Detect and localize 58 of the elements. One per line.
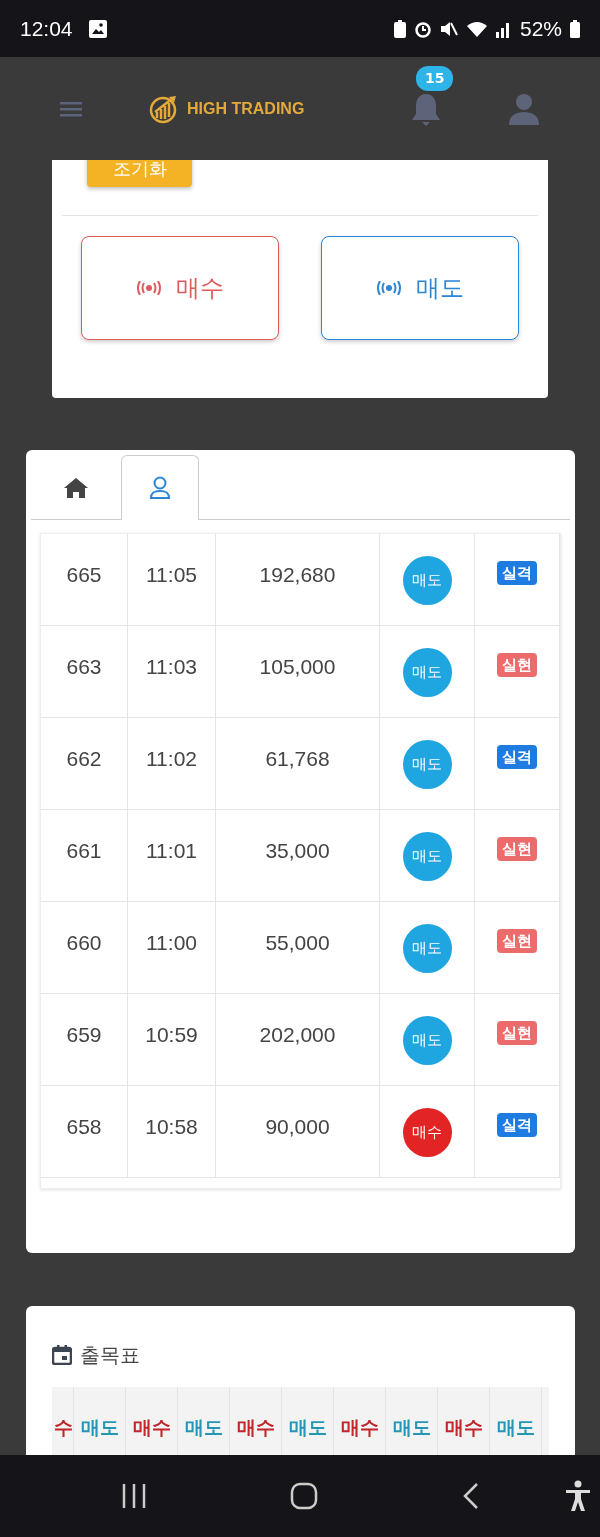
home-icon[interactable] <box>290 1482 318 1510</box>
table-cell-text: 11:01 <box>146 838 197 864</box>
broadcast-icon <box>376 281 402 295</box>
table-cell-text: 661 <box>66 838 102 864</box>
buy-button[interactable]: 매수 <box>81 236 279 340</box>
profile-tab[interactable] <box>121 455 199 520</box>
alarm-icon <box>413 19 432 38</box>
table-cell-text: 11:02 <box>146 746 197 772</box>
table-cell-text: 659 <box>66 1022 102 1048</box>
table-cell-text: 105,000 <box>259 654 336 680</box>
trade-side-badge: 매도 <box>402 740 452 789</box>
wifi-icon <box>465 19 488 38</box>
accessibility-icon[interactable] <box>565 1480 591 1512</box>
trade-side-badge: 매도 <box>402 924 452 973</box>
table-cell-text: 35,000 <box>265 838 330 864</box>
notification-badge: 15 <box>416 65 454 91</box>
table-cell-text: 663 <box>66 654 102 680</box>
table-cell-text: 11:03 <box>146 654 197 680</box>
table-cell-text: 11:05 <box>146 562 197 588</box>
home-icon <box>63 476 89 499</box>
trade-side-badge: 매도 <box>402 648 452 697</box>
table-cell-text: 90,000 <box>265 1114 330 1140</box>
recent-apps-icon[interactable] <box>120 1482 148 1510</box>
trade-side-badge: 매도 <box>402 832 452 881</box>
sell-button[interactable]: 매도 <box>321 236 519 340</box>
table-cell-text: 665 <box>66 562 102 588</box>
section-title: 출목표 <box>80 1342 140 1369</box>
table-cell-text: 10:58 <box>145 1114 198 1140</box>
table-cell-text: 660 <box>66 930 102 956</box>
result-badge: 실현 <box>497 653 537 677</box>
table-cell-text: 11:00 <box>146 930 197 956</box>
back-icon[interactable] <box>462 1482 480 1510</box>
logo-icon[interactable] <box>149 93 179 124</box>
result-badge: 실격 <box>497 745 537 769</box>
battery-percentage: 52% <box>519 15 562 42</box>
table-cell-text: 658 <box>66 1114 102 1140</box>
mute-icon <box>439 19 458 38</box>
brand-name[interactable]: HIGH TRADING <box>187 96 305 121</box>
result-badge: 실격 <box>497 561 537 585</box>
battery-icon <box>570 19 580 38</box>
image-icon <box>88 19 107 38</box>
calendar-icon <box>52 1345 72 1365</box>
table-cell-text: 202,000 <box>259 1022 336 1048</box>
result-badge: 실현 <box>497 929 537 953</box>
trade-side-badge: 매도 <box>402 556 452 605</box>
trade-side-badge: 매수 <box>402 1108 452 1157</box>
table-cell-text: 662 <box>66 746 102 772</box>
broadcast-icon <box>136 281 162 295</box>
table-cell-text: 61,768 <box>265 746 330 772</box>
table-cell-text: 55,000 <box>265 930 330 956</box>
result-badge: 실격 <box>497 1113 537 1137</box>
trade-side-badge: 매도 <box>402 1016 452 1065</box>
table-cell-text: 10:59 <box>145 1022 198 1048</box>
clock-time: 12:04 <box>20 15 73 42</box>
result-badge: 실현 <box>497 1021 537 1045</box>
table-cell-text: 192,680 <box>259 562 336 588</box>
result-badge: 실현 <box>497 837 537 861</box>
user-icon <box>149 476 171 500</box>
